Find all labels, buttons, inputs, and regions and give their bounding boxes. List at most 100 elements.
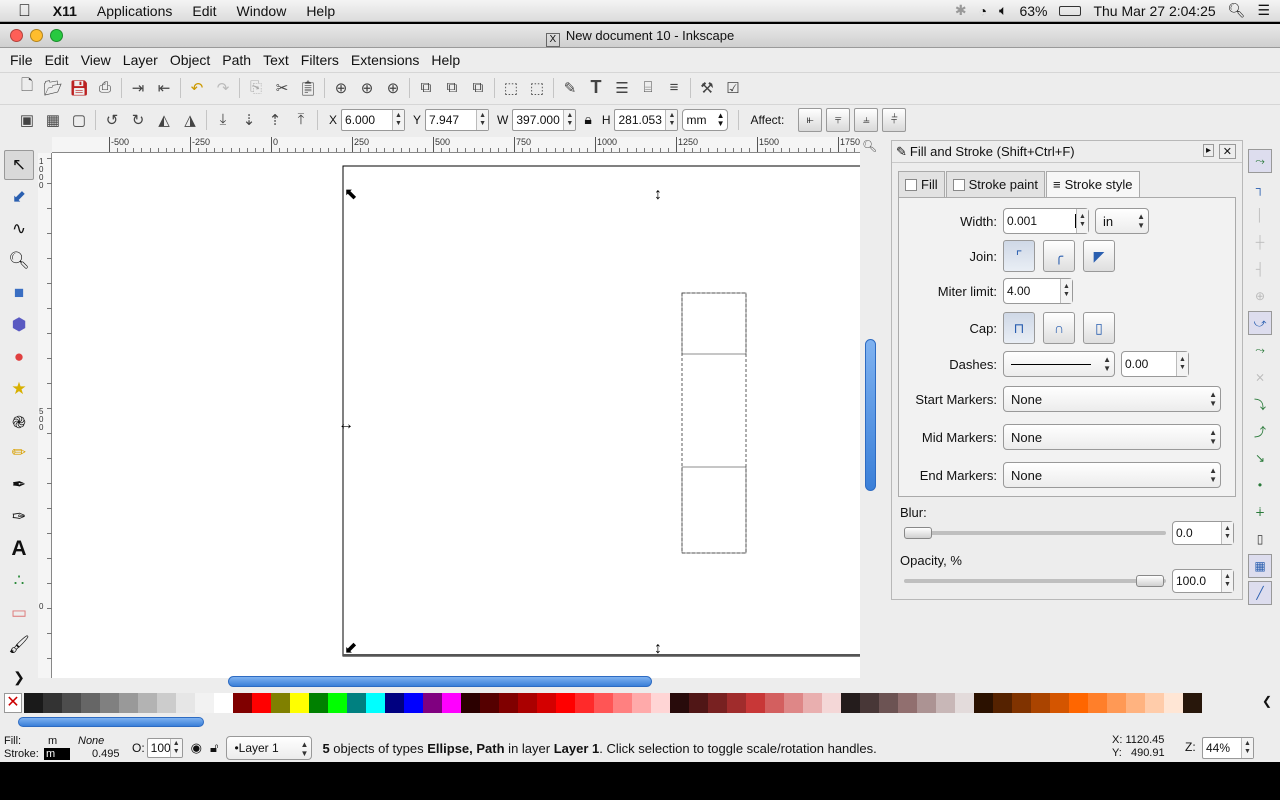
palette-scroll-thumb[interactable] bbox=[18, 717, 204, 727]
status-opacity-stepper[interactable]: ▲ ▼ bbox=[169, 739, 182, 757]
dash-pattern-select[interactable]: ▲ ▼ bbox=[1003, 351, 1115, 377]
color-swatch[interactable] bbox=[613, 693, 632, 713]
w-input[interactable]: 397.000 ▲ ▼ bbox=[512, 108, 577, 131]
zoom-page-icon[interactable]: ⊕ bbox=[380, 75, 406, 101]
blur-stepper[interactable]: ▲ ▼ bbox=[1221, 522, 1233, 544]
color-swatch[interactable] bbox=[917, 693, 936, 713]
color-swatch[interactable] bbox=[1183, 693, 1202, 713]
paint-bucket-tool-icon[interactable]: 🖌︎ bbox=[4, 630, 34, 660]
menu-path[interactable]: Path bbox=[216, 52, 257, 68]
join-round-button[interactable]: ╭ bbox=[1043, 240, 1075, 272]
redo-icon[interactable]: ↷ bbox=[210, 75, 236, 101]
mac-menu-edit[interactable]: Edit bbox=[182, 3, 226, 19]
close-window-button[interactable] bbox=[10, 29, 23, 42]
spray-tool-icon[interactable]: ∴ bbox=[4, 566, 34, 596]
snap-rotation-center-icon[interactable]: ∔ bbox=[1248, 500, 1272, 524]
menu-extensions[interactable]: Extensions bbox=[345, 52, 425, 68]
color-swatch[interactable] bbox=[309, 693, 328, 713]
scale-handle-bottom[interactable]: ↕ bbox=[654, 640, 662, 657]
zoom-input[interactable]: 44% ▲ ▼ bbox=[1202, 737, 1254, 759]
spotlight-icon[interactable]: 🔍︎ bbox=[1228, 2, 1246, 19]
color-swatch[interactable] bbox=[328, 693, 347, 713]
color-swatch[interactable] bbox=[100, 693, 119, 713]
drawing-canvas[interactable]: ⬉ ↕ ↔ ⬋ ↕ bbox=[52, 153, 860, 678]
miter-limit-stepper[interactable]: ▲ ▼ bbox=[1060, 279, 1072, 303]
status-opacity-input[interactable]: 100 ▲ ▼ bbox=[146, 738, 183, 758]
select-all-layers-icon[interactable]: ▦ bbox=[40, 107, 66, 133]
minimize-window-button[interactable] bbox=[30, 29, 43, 42]
width-stepper[interactable]: ▲ ▼ bbox=[1076, 209, 1088, 233]
new-document-icon[interactable]: 🗋︎ bbox=[14, 75, 40, 101]
raise-top-icon[interactable]: ⤒ bbox=[288, 107, 314, 133]
node-tool-icon[interactable]: ⬋ bbox=[4, 182, 34, 212]
cap-square-button[interactable]: ▯ bbox=[1083, 312, 1115, 344]
ellipse-tool-icon[interactable]: ● bbox=[4, 342, 34, 372]
menu-layer[interactable]: Layer bbox=[117, 52, 164, 68]
color-swatch[interactable] bbox=[1031, 693, 1050, 713]
copy-icon[interactable]: ⎘ bbox=[243, 75, 269, 101]
snap-bbox-icon[interactable]: ┐ bbox=[1248, 176, 1272, 200]
undo-icon[interactable]: ↶ bbox=[184, 75, 210, 101]
bluetooth-icon[interactable]: ✱ bbox=[955, 2, 967, 19]
width-unit-select[interactable]: in ▲ ▼ bbox=[1095, 208, 1149, 234]
menu-object[interactable]: Object bbox=[164, 52, 216, 68]
wifi-icon[interactable]: ◔ bbox=[979, 3, 987, 19]
mid-markers-select[interactable]: None ▲ ▼ bbox=[1003, 424, 1221, 450]
color-swatch[interactable] bbox=[195, 693, 214, 713]
list-icon[interactable]: ☰ bbox=[1257, 2, 1270, 19]
raise-icon[interactable]: ⇡ bbox=[262, 107, 288, 133]
start-markers-select[interactable]: None ▲ ▼ bbox=[1003, 386, 1221, 412]
color-swatch[interactable] bbox=[119, 693, 138, 713]
menu-view[interactable]: View bbox=[75, 52, 117, 68]
zoom-stepper[interactable]: ▲ ▼ bbox=[1241, 738, 1253, 758]
cap-butt-button[interactable]: ⊓ bbox=[1003, 312, 1035, 344]
scale-handle-left[interactable]: ↔ bbox=[338, 416, 354, 433]
color-swatch[interactable] bbox=[138, 693, 157, 713]
snap-cusp-icon[interactable]: ⤵ bbox=[1248, 392, 1272, 416]
zoom-drawing-icon[interactable]: ⊕ bbox=[354, 75, 380, 101]
join-bevel-button[interactable]: ◤ bbox=[1083, 240, 1115, 272]
eraser-tool-icon[interactable]: ▭ bbox=[4, 598, 34, 628]
color-swatch[interactable] bbox=[936, 693, 955, 713]
dash-offset-input[interactable]: 0.00 ▲ ▼ bbox=[1121, 351, 1189, 377]
import-icon[interactable]: ⇥ bbox=[125, 75, 151, 101]
opacity-slider[interactable] bbox=[904, 579, 1166, 583]
layer-select[interactable]: •Layer 1 ▲ ▼ bbox=[226, 736, 313, 760]
snap-bbox-edge-icon[interactable]: │ bbox=[1248, 203, 1272, 227]
color-swatch[interactable] bbox=[1012, 693, 1031, 713]
h-stepper[interactable]: ▲ ▼ bbox=[665, 109, 678, 130]
color-swatch[interactable] bbox=[366, 693, 385, 713]
save-icon[interactable]: 💾︎ bbox=[66, 75, 92, 101]
color-swatch[interactable] bbox=[594, 693, 613, 713]
color-swatch[interactable] bbox=[81, 693, 100, 713]
w-stepper[interactable]: ▲ ▼ bbox=[563, 109, 576, 130]
star-tool-icon[interactable]: ★ bbox=[4, 374, 34, 404]
dialog-menu-icon[interactable]: ▸ bbox=[1202, 144, 1214, 157]
color-swatch[interactable] bbox=[1164, 693, 1183, 713]
color-swatch[interactable] bbox=[575, 693, 594, 713]
ungroup-icon[interactable]: ⬚ bbox=[524, 75, 550, 101]
color-swatch[interactable] bbox=[955, 693, 974, 713]
color-swatch[interactable] bbox=[1145, 693, 1164, 713]
color-swatch[interactable] bbox=[784, 693, 803, 713]
rectangle-tool-icon[interactable]: ■ bbox=[4, 278, 34, 308]
color-swatch[interactable] bbox=[1088, 693, 1107, 713]
color-swatch[interactable] bbox=[651, 693, 670, 713]
deselect-icon[interactable]: ▢ bbox=[66, 107, 92, 133]
menu-file[interactable]: File bbox=[4, 52, 39, 68]
cap-round-button[interactable]: ∩ bbox=[1043, 312, 1075, 344]
clock[interactable]: Thu Mar 27 2:04:25 bbox=[1093, 3, 1215, 19]
snap-toggle-icon[interactable]: ⤳ bbox=[1248, 149, 1272, 173]
snap-path-icon[interactable]: ⤳ bbox=[1248, 338, 1272, 362]
zoom-tool-icon[interactable]: 🔍︎ bbox=[4, 246, 34, 276]
layers-icon[interactable]: ☰ bbox=[609, 75, 635, 101]
cut-icon[interactable]: ✂ bbox=[269, 75, 295, 101]
color-swatch[interactable] bbox=[43, 693, 62, 713]
color-swatch[interactable] bbox=[62, 693, 81, 713]
fill-stroke-icon[interactable]: ✎ bbox=[557, 75, 583, 101]
palette-menu-icon[interactable]: ❮ bbox=[1262, 694, 1272, 708]
color-swatch[interactable] bbox=[822, 693, 841, 713]
spiral-tool-icon[interactable]: ֎ bbox=[4, 406, 34, 436]
snap-bbox-midpoint-icon[interactable]: ┤ bbox=[1248, 257, 1272, 281]
color-swatch[interactable] bbox=[841, 693, 860, 713]
